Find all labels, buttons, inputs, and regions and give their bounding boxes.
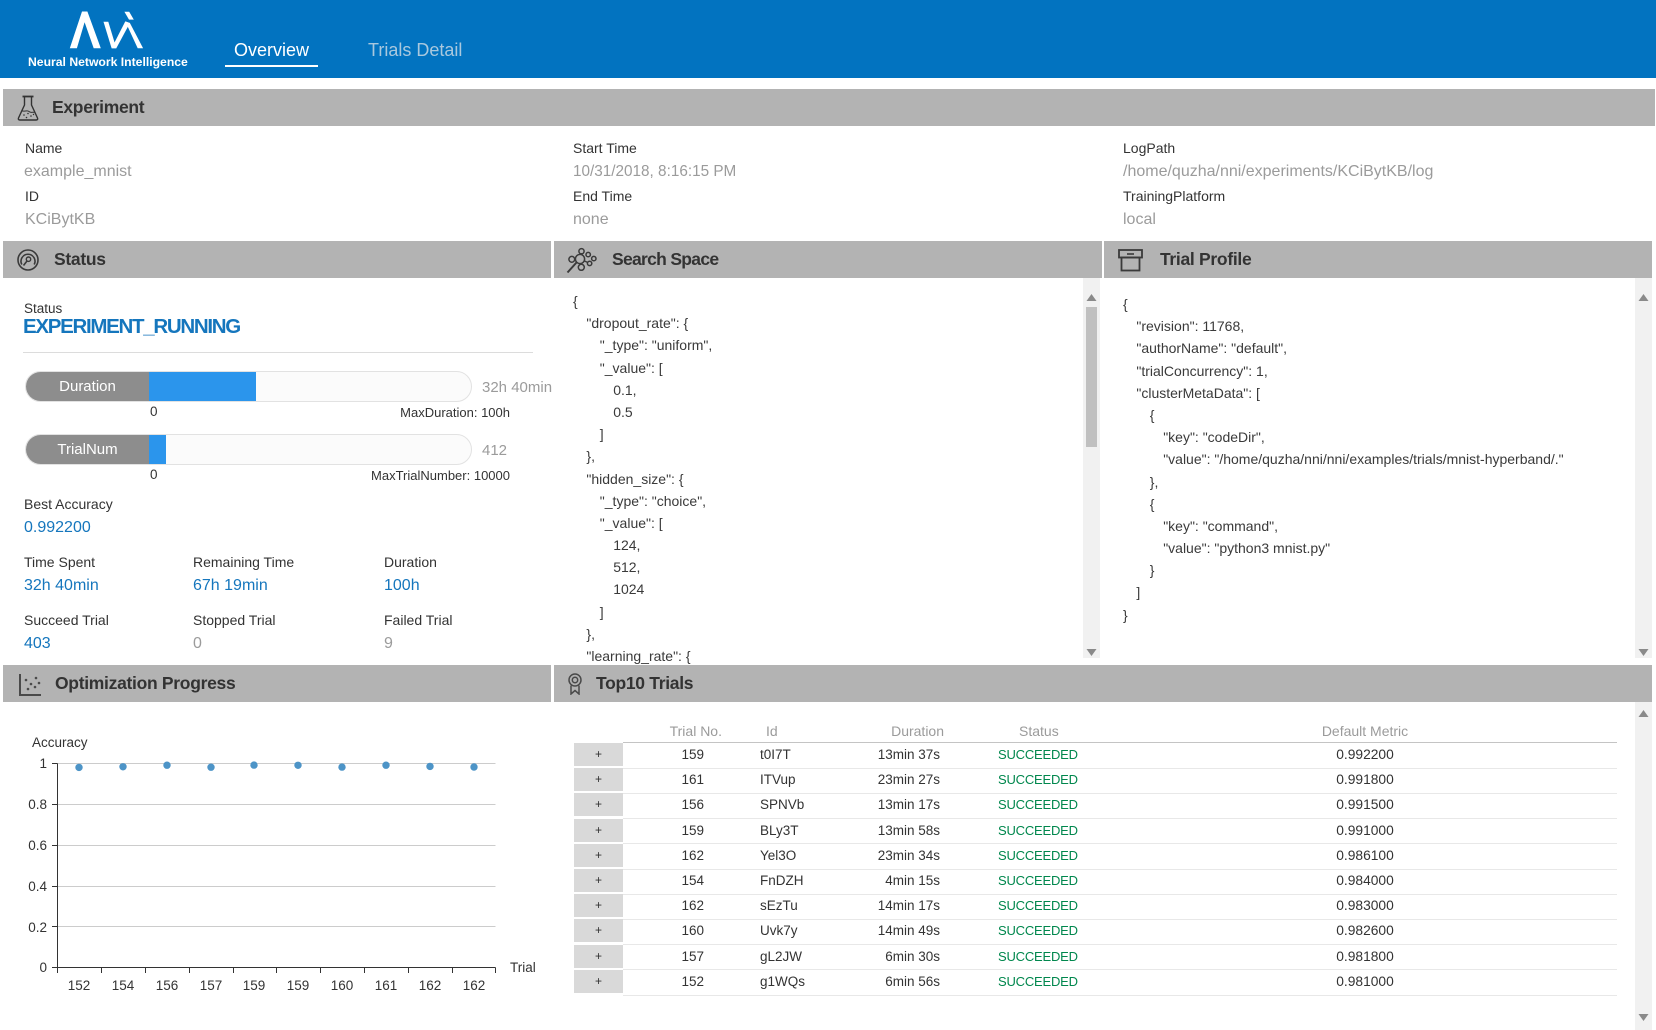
svg-text:0.6: 0.6 [28,838,47,853]
svg-text:0.2: 0.2 [28,920,47,935]
svg-text:156: 156 [156,978,179,993]
svg-text:0: 0 [39,960,47,975]
svg-text:Trial: Trial [510,960,536,975]
svg-text:161: 161 [375,978,398,993]
svg-text:160: 160 [331,978,354,993]
svg-text:152: 152 [68,978,91,993]
svg-text:154: 154 [112,978,135,993]
svg-text:162: 162 [419,978,442,993]
svg-text:157: 157 [200,978,223,993]
svg-text:159: 159 [243,978,266,993]
svg-text:159: 159 [287,978,310,993]
svg-text:162: 162 [463,978,486,993]
svg-text:1: 1 [39,756,47,771]
svg-text:0.4: 0.4 [28,879,47,894]
svg-text:Accuracy: Accuracy [32,735,88,750]
svg-text:0.8: 0.8 [28,797,47,812]
